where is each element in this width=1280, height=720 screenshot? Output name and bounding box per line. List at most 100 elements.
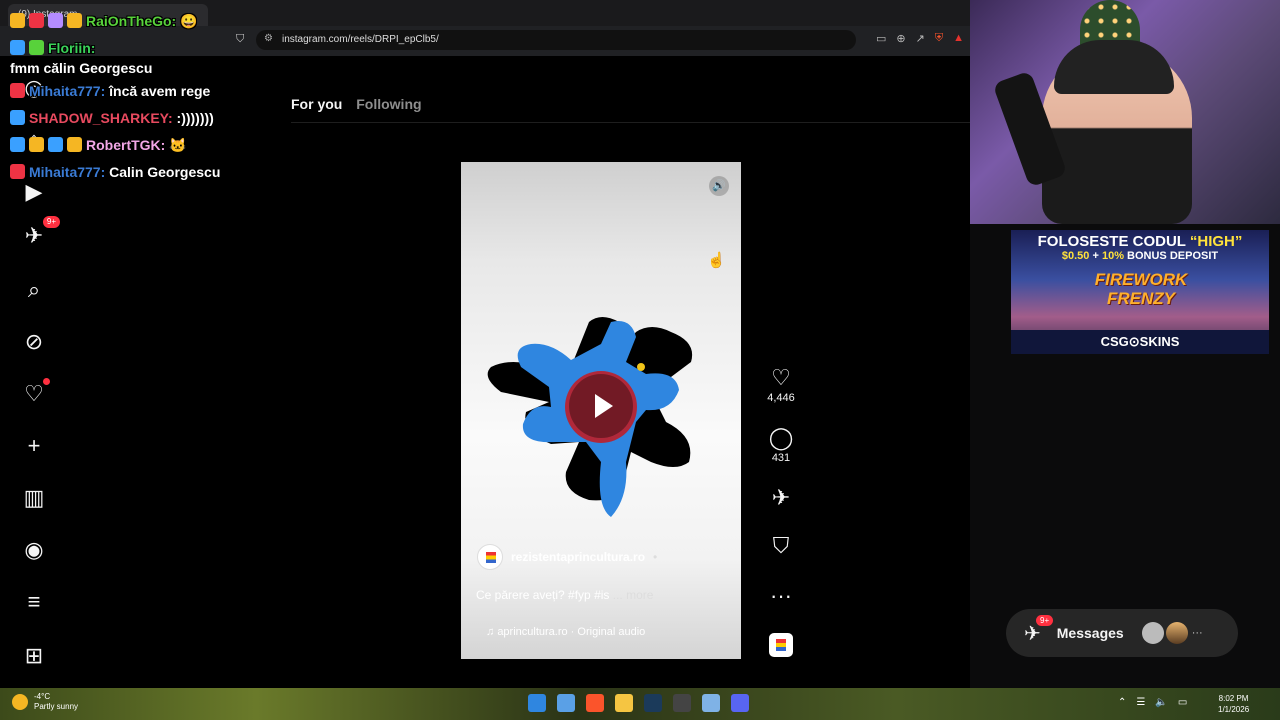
- obs-icon[interactable]: [673, 694, 691, 712]
- chat-message: SHADOW_SHARKEY: :))))))): [10, 105, 280, 132]
- chat-message: Mihaita777: încă avem rege: [10, 78, 280, 105]
- tab-following[interactable]: Following: [356, 96, 421, 112]
- sun-icon: [12, 694, 28, 710]
- subscriber-badge-icon: [10, 164, 25, 179]
- windows-taskbar: -4°C Partly sunny ⌃ ☰ 🔈 ▭ 8:02 PM 1/1/202…: [0, 688, 1280, 720]
- send-icon: ✈ 9+: [1024, 614, 1054, 646]
- discord-icon[interactable]: [731, 694, 749, 712]
- play-button[interactable]: [569, 374, 633, 438]
- notepad-icon[interactable]: [702, 694, 720, 712]
- chat-username: RaiOnTheGo:: [86, 13, 177, 29]
- chat-message: Floriin: fmm călin Georgescu: [10, 35, 280, 78]
- caption-text: Ce părere aveți? #fyp #is: [476, 588, 610, 602]
- toolbar-icons: ▭ ⊕ ↗ ⛨ ▲: [876, 32, 964, 45]
- messages-button[interactable]: ✈ 9+ Messages ···: [1006, 609, 1238, 657]
- chat-username: Mihaita777:: [29, 83, 106, 99]
- heart-icon[interactable]: ♡: [20, 378, 50, 408]
- more-options-button[interactable]: ···: [760, 584, 802, 608]
- chat-username: RobertTGK:: [86, 137, 166, 153]
- clock[interactable]: 8:02 PM 1/1/2026: [1218, 693, 1249, 715]
- battery-icon[interactable]: ▭: [1178, 697, 1187, 708]
- chat-text: fmm călin Georgescu: [10, 60, 153, 76]
- brave-browser-icon[interactable]: [586, 694, 604, 712]
- apps-icon[interactable]: ⊞: [20, 642, 48, 670]
- chat-message: RaiOnTheGo: 😀: [10, 8, 280, 35]
- emote-icon: 🐱: [169, 137, 187, 153]
- subscriber-badge-icon: [29, 13, 44, 28]
- screen: (9) Instagram ⛉ ⚙ instagram.com/reels/DR…: [0, 0, 1280, 720]
- hand-cursor-icon: ☝: [707, 252, 726, 269]
- save-button[interactable]: ⛉: [760, 534, 802, 558]
- activity-dot: [43, 378, 50, 385]
- author-name[interactable]: rezistentaprincultura.ro: [511, 550, 645, 564]
- chat-username: Mihaita777:: [29, 164, 106, 180]
- windows-start-icon[interactable]: [528, 694, 546, 712]
- more-icon: ···: [770, 583, 792, 608]
- address-bar[interactable]: ⚙ instagram.com/reels/DRPI_epClb5/: [256, 30, 856, 50]
- share-icon[interactable]: ↗: [916, 32, 925, 45]
- chat-message: RobertTGK: 🐱: [10, 132, 280, 159]
- sponsor-banner: FOLOSESTE CODUL “HIGH” $0.50 + 10% BONUS…: [1011, 230, 1269, 354]
- subscriber-badge-icon: [10, 83, 25, 98]
- ad-title: FIREWORK FRENZY: [1094, 270, 1188, 308]
- taskbar-apps: [528, 694, 749, 712]
- clock-time: 8:02 PM: [1218, 694, 1249, 703]
- audio-thumbnail[interactable]: [769, 633, 793, 657]
- menu-icon[interactable]: ≡: [20, 588, 48, 616]
- caption-more-link[interactable]: ... more: [613, 588, 654, 602]
- network-icon[interactable]: ☰: [1136, 697, 1145, 708]
- clock-date: 1/1/2026: [1218, 705, 1250, 714]
- webcam-feed: [970, 0, 1280, 224]
- emote-icon: 😀: [180, 13, 198, 29]
- speaker-icon[interactable]: 🔊: [709, 176, 729, 196]
- file-explorer-icon[interactable]: [615, 694, 633, 712]
- cast-icon[interactable]: ▭: [876, 32, 886, 45]
- create-icon[interactable]: +: [20, 432, 48, 460]
- gift-badge-icon: [48, 13, 63, 28]
- weather-text: -4°C Partly sunny: [34, 692, 79, 711]
- profile-avatar[interactable]: ◉: [20, 536, 48, 564]
- zoom-icon[interactable]: ⊕: [896, 32, 905, 45]
- bits-badge-icon: [67, 13, 82, 28]
- sub-badge-icon: [29, 40, 44, 55]
- task-view-icon[interactable]: [557, 694, 575, 712]
- messages-label: Messages: [1056, 625, 1124, 641]
- system-tray: ⌃ ☰ 🔈 ▭: [1118, 697, 1187, 708]
- streamer-cap: [1054, 40, 1174, 94]
- reel-audio[interactable]: ♫ aprincultura.ro · Original audio: [486, 626, 645, 638]
- heart-icon: ♡: [771, 365, 791, 390]
- send-icon: ✈: [771, 485, 791, 510]
- direct-messages-icon[interactable]: ✈ 9+: [20, 216, 60, 250]
- brave-rewards-icon[interactable]: ▲: [953, 32, 964, 45]
- avatar: [1165, 622, 1188, 644]
- url-text: instagram.com/reels/DRPI_epClb5/: [282, 34, 439, 45]
- more-icon: ···: [1191, 627, 1203, 639]
- audio-label: aprincultura.ro · Original audio: [497, 626, 646, 638]
- steam-icon[interactable]: [644, 694, 662, 712]
- comment-icon: ◯: [768, 425, 794, 450]
- brave-shield-icon[interactable]: ⛨: [935, 32, 943, 45]
- messages-badge: 9+: [1036, 614, 1054, 626]
- reel-caption: Ce părere aveți? #fyp #is ... more: [476, 588, 653, 602]
- explore-icon[interactable]: ⊘: [20, 328, 48, 356]
- verified-badge-icon: [10, 40, 25, 55]
- comment-button[interactable]: ◯ 431: [760, 425, 802, 465]
- like-button[interactable]: ♡ 4,446: [760, 365, 802, 405]
- chat-text: Calin Georgescu: [109, 164, 221, 180]
- chat-text: :))))))): [176, 110, 214, 126]
- tab-for-you[interactable]: For you: [291, 96, 342, 112]
- share-button[interactable]: ✈: [760, 486, 802, 510]
- author-avatar[interactable]: [477, 544, 503, 570]
- chevron-up-icon[interactable]: ⌃: [1118, 697, 1126, 708]
- ad-line1: FOLOSESTE CODUL “HIGH”: [1037, 233, 1243, 250]
- chat-username: SHADOW_SHARKEY:: [29, 110, 173, 126]
- reel-video[interactable]: 🔊 rezistentaprincultura.ro • Ce părere a…: [461, 162, 741, 659]
- notifications-badge: 9+: [42, 216, 60, 228]
- weather-widget[interactable]: -4°C Partly sunny: [12, 692, 78, 712]
- verified-badge-icon: [48, 137, 63, 152]
- reel-author[interactable]: rezistentaprincultura.ro •: [477, 544, 657, 570]
- search-icon[interactable]: ⌕: [20, 276, 48, 304]
- volume-icon[interactable]: 🔈: [1155, 697, 1167, 708]
- dashboard-icon[interactable]: ▥: [20, 484, 48, 512]
- author-separator: •: [653, 550, 658, 564]
